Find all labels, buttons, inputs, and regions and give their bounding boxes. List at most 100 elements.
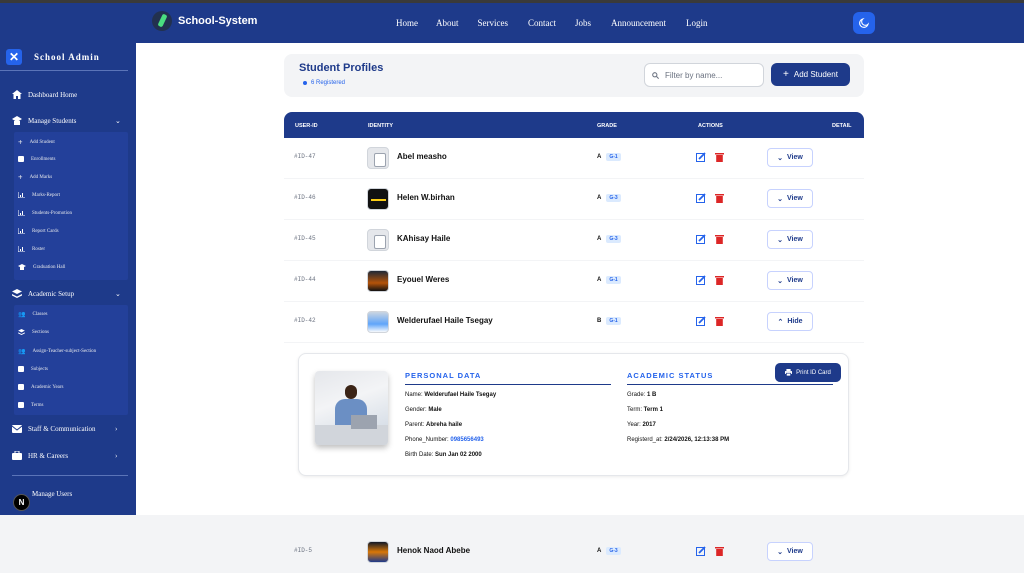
trash-icon[interactable] [715, 546, 724, 556]
sidebar-item-staff-communication[interactable]: Staff & Communication › [12, 425, 117, 433]
students-table: USER-ID IDENTITY GRADE ACTIONS DETAIL #I… [284, 112, 864, 573]
field-grade: Grade: 1 B [627, 392, 657, 398]
view-button[interactable]: ⌄ View [767, 189, 813, 208]
user-id: #ID-45 [294, 235, 316, 242]
plus-icon: + [783, 69, 789, 80]
student-name: Helen W.birhan [397, 193, 455, 202]
search-input[interactable]: Filter by name... [644, 63, 764, 87]
trash-icon[interactable] [715, 152, 724, 162]
submenu-marks-report[interactable]: Marks-Report [18, 192, 60, 198]
submenu-add-marks[interactable]: + Add Marks [18, 173, 52, 182]
field-name: Name: Welderufael Haile Tsegay [405, 392, 497, 398]
chevron-down-icon: ⌄ [115, 289, 121, 298]
calendar-icon [18, 384, 24, 390]
view-button[interactable]: ⌄ View [767, 230, 813, 249]
grade-letter: A [597, 548, 602, 554]
submenu-label: Marks-Report [32, 192, 61, 198]
submenu-label: Graduation Hall [33, 264, 66, 270]
submenu-subjects[interactable]: Subjects [18, 366, 48, 372]
submenu-label: Roster [32, 246, 46, 252]
chart-icon [18, 228, 25, 234]
nav-about[interactable]: About [436, 18, 459, 28]
devtools-badge[interactable]: N [13, 494, 30, 511]
table-row: #ID-46 Helen W.birhan A G-3 ⌄ View [284, 179, 864, 220]
edit-icon[interactable] [696, 152, 706, 162]
submenu-add-student[interactable]: + Add Student [18, 138, 55, 147]
sidebar-item-academic-setup[interactable]: Academic Setup ⌄ [12, 289, 121, 298]
submenu-sections[interactable]: Sections [18, 329, 49, 335]
submenu-graduation-hall[interactable]: Graduation Hall [18, 264, 65, 270]
trash-icon[interactable] [715, 316, 724, 326]
theme-toggle-button[interactable] [853, 12, 875, 34]
user-id: #ID-46 [294, 194, 316, 201]
grade-cell: A G-1 [597, 153, 621, 161]
sidebar-title: School Admin [34, 51, 100, 62]
users-icon: 👥 [18, 349, 26, 355]
close-sidebar-button[interactable]: ✕ [6, 48, 22, 65]
sidebar-item-hr-careers[interactable]: HR & Careers › [12, 451, 117, 460]
grade-badge: G-1 [606, 153, 621, 161]
view-button[interactable]: ⌄ View [767, 542, 813, 561]
submenu-roster[interactable]: Roster [18, 246, 45, 252]
view-label: View [787, 548, 803, 555]
search-icon [652, 71, 659, 79]
submenu-label: Academic Years [31, 384, 64, 390]
chevron-down-icon: ⌄ [115, 116, 121, 125]
grade-badge: G-3 [606, 235, 621, 243]
grade-badge: G-1 [606, 317, 621, 325]
sidebar-item-manage-students[interactable]: Manage Students ⌄ [12, 116, 121, 125]
field-registered-at: Registerd_at: 2/24/2026, 12:13:38 PM [627, 437, 730, 443]
brand[interactable]: School-System [152, 11, 257, 31]
edit-icon[interactable] [696, 275, 706, 285]
col-identity: IDENTITY [368, 123, 394, 129]
chevron-down-icon: ⌄ [777, 236, 784, 244]
nav-home[interactable]: Home [396, 18, 418, 28]
nav-contact[interactable]: Contact [528, 18, 556, 28]
sidebar-item-label: Manage Users [32, 489, 73, 498]
submenu-label: Report Cards [32, 228, 59, 234]
main-content: Student Profiles 6 Registered Filter by … [136, 43, 1024, 573]
nav-services[interactable]: Services [478, 18, 509, 28]
nav-login[interactable]: Login [686, 18, 708, 28]
submenu-assign-teacher[interactable]: 👥 Assign-Teacher-subject-Section [18, 348, 96, 355]
submenu-report-cards[interactable]: Report Cards [18, 228, 59, 234]
view-button[interactable]: ⌄ View [767, 148, 813, 167]
trash-icon[interactable] [715, 193, 724, 203]
col-detail: DETAIL [832, 123, 852, 129]
avatar [367, 311, 389, 333]
academic-status-title: ACADEMIC STATUS [627, 371, 714, 380]
submenu-terms[interactable]: Terms [18, 402, 43, 408]
chevron-up-icon: ⌃ [777, 318, 784, 326]
submenu-enrollments[interactable]: Enrollments [18, 156, 55, 162]
submenu-label: Students-Promotion [32, 210, 73, 216]
edit-icon[interactable] [696, 234, 706, 244]
nav-jobs[interactable]: Jobs [575, 18, 591, 28]
sidebar-item-dashboard[interactable]: Dashboard Home [12, 90, 77, 99]
plus-icon: + [18, 138, 23, 147]
edit-icon[interactable] [696, 316, 706, 326]
grade-badge: G-1 [606, 276, 621, 284]
profiles-header: Student Profiles 6 Registered Filter by … [284, 54, 864, 97]
view-button[interactable]: ⌄ View [767, 271, 813, 290]
table-header: USER-ID IDENTITY GRADE ACTIONS DETAIL [284, 112, 864, 138]
submenu-classes[interactable]: 👥 Classes [18, 311, 47, 318]
hide-button[interactable]: ⌃ Hide [767, 312, 813, 331]
graduate-icon [12, 116, 22, 125]
submenu-students-promotion[interactable]: Students-Promotion [18, 210, 72, 216]
student-photo [315, 371, 388, 445]
print-id-card-button[interactable]: Print ID Card [775, 363, 841, 382]
edit-icon[interactable] [696, 193, 706, 203]
chevron-down-icon: ⌄ [777, 277, 784, 285]
edit-icon[interactable] [696, 546, 706, 556]
trash-icon[interactable] [715, 275, 724, 285]
field-birth-date: Birth Date: Sun Jan 02 2000 [405, 452, 482, 458]
sidebar-item-label: Manage Students [28, 116, 77, 125]
academic-submenu: 👥 Classes Sections 👥 Assign-Teacher-subjec… [14, 305, 128, 415]
nav-announcement[interactable]: Announcement [611, 18, 666, 28]
grade-badge: G-3 [606, 194, 621, 202]
chevron-down-icon: ⌄ [777, 195, 784, 203]
trash-icon[interactable] [715, 234, 724, 244]
add-student-button[interactable]: + Add Student [771, 63, 850, 86]
top-navbar: School-System Home About Services Contac… [0, 0, 1024, 43]
submenu-academic-years[interactable]: Academic Years [18, 384, 64, 390]
